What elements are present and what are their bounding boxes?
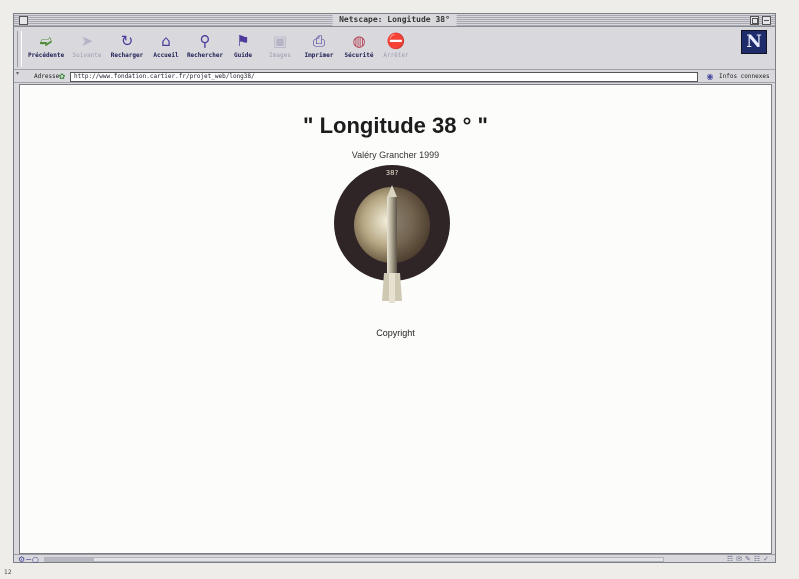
composer-component-icon[interactable]: ✎ xyxy=(745,555,754,563)
news-component-icon[interactable]: ☷ xyxy=(754,555,763,563)
mail-component-icon[interactable]: ✉ xyxy=(736,555,745,563)
title-bar[interactable]: Netscape: Longitude 38° xyxy=(14,14,775,27)
back-arrow-icon: ➫ xyxy=(39,32,53,50)
images-icon: ▣ xyxy=(272,32,288,50)
artwork-rocket-body xyxy=(387,197,397,273)
reload-button-label: Recharger xyxy=(110,52,144,59)
navigator-component-icon[interactable]: ☶ xyxy=(727,555,736,563)
images-button-label: Images xyxy=(269,52,291,59)
page-number: 12 xyxy=(4,569,12,576)
reload-icon: ↻ xyxy=(120,32,134,50)
home-icon: ⌂ xyxy=(161,32,171,50)
security-status-icon[interactable]: ⚙−○ xyxy=(18,555,40,564)
page-title: " Longitude 38 ° " xyxy=(303,113,488,138)
guide-icon: ⚑ xyxy=(236,32,250,50)
related-links-icon[interactable]: ◉ xyxy=(703,72,717,82)
artwork-image[interactable]: 38? xyxy=(326,161,462,309)
forward-button[interactable]: ➤ Suivante xyxy=(69,31,105,67)
print-button-label: Imprimer xyxy=(304,52,334,59)
component-bar[interactable]: ☶✉✎☷✓ xyxy=(668,555,772,564)
page-content: " Longitude 38 ° " Valéry Grancher 1999 xyxy=(19,84,772,554)
guide-button[interactable]: ⚑ Guide xyxy=(230,31,256,67)
forward-button-label: Suivante xyxy=(72,52,102,59)
close-box-button[interactable] xyxy=(19,16,28,25)
back-button[interactable]: ➫ Précédente xyxy=(26,31,66,67)
status-bar: ⚙−○ ☶✉✎☷✓ xyxy=(14,554,775,564)
related-links-label[interactable]: Infos connexes xyxy=(719,71,770,83)
navigation-toolbar: ➫ Précédente ➤ Suivante ↻ Recharger ⌂ Ac… xyxy=(14,28,775,70)
toolbar-collapse-handle[interactable] xyxy=(17,31,22,67)
location-bar: ▾ Adresse ✿ http://www.fondation.cartier… xyxy=(14,71,775,83)
guide-button-label: Guide xyxy=(233,52,253,59)
print-button[interactable]: ⎙ Imprimer xyxy=(301,31,337,67)
artwork-graphic: 38? xyxy=(334,165,450,303)
browser-window: Netscape: Longitude 38° ➫ Précédente ➤ S… xyxy=(13,13,776,564)
progress-bar xyxy=(44,557,664,562)
security-lock-icon: ◍ xyxy=(352,32,366,50)
page-proxy-icon[interactable]: ✿ xyxy=(57,72,67,82)
images-button[interactable]: ▣ Images xyxy=(266,31,294,67)
security-button-label: Sécurité xyxy=(344,52,374,59)
netscape-logo-icon[interactable]: N xyxy=(741,30,767,54)
copyright-link[interactable]: Copyright xyxy=(20,328,771,338)
back-button-label: Précédente xyxy=(27,52,65,59)
search-icon: ⚲ xyxy=(199,32,211,50)
search-button[interactable]: ⚲ Rechercher xyxy=(184,31,226,67)
locbar-collapse-tab[interactable]: ▾ xyxy=(16,71,22,77)
stop-icon: ⛔ xyxy=(386,32,406,50)
print-icon: ⎙ xyxy=(312,32,325,50)
forward-arrow-icon: ➤ xyxy=(80,32,94,50)
edit-component-icon[interactable]: ✓ xyxy=(763,555,772,563)
home-button-label: Accueil xyxy=(153,52,179,59)
window-title: Netscape: Longitude 38° xyxy=(332,14,457,26)
artwork-badge: 38? xyxy=(386,169,399,177)
address-label: Adresse xyxy=(34,73,60,80)
stop-button[interactable]: ⛔ Arrêter xyxy=(380,31,412,67)
stop-button-label: Arrêter xyxy=(383,52,409,59)
home-button[interactable]: ⌂ Accueil xyxy=(150,31,182,67)
zoom-box-button[interactable] xyxy=(750,16,759,25)
page-author: Valéry Grancher 1999 xyxy=(351,150,440,160)
address-input[interactable]: http://www.fondation.cartier.fr/projet_w… xyxy=(70,72,698,82)
search-button-label: Rechercher xyxy=(186,52,224,59)
progress-fill xyxy=(45,558,95,561)
security-button[interactable]: ◍ Sécurité xyxy=(341,31,377,67)
artwork-rocket-exhaust xyxy=(389,273,395,303)
collapse-box-button[interactable] xyxy=(762,16,771,25)
reload-button[interactable]: ↻ Recharger xyxy=(109,31,145,67)
